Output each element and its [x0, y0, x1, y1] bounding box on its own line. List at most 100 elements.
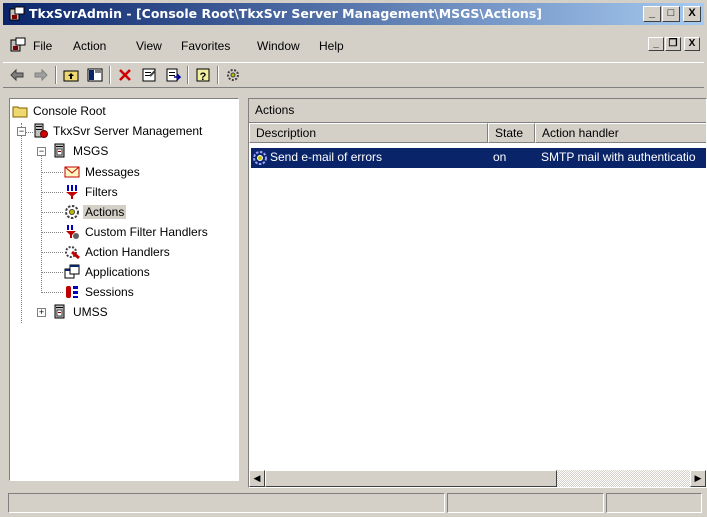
cell-description: Send e-mail of errors — [270, 150, 383, 164]
tree-node-applications[interactable]: Applications — [64, 263, 152, 281]
tree-node-messages[interactable]: Messages — [64, 163, 142, 181]
tree-label: Applications — [85, 265, 150, 279]
toolbar-separator — [217, 66, 219, 84]
result-pane[interactable]: Actions Description State Action handler… — [248, 98, 707, 488]
tree-label: Filters — [85, 185, 118, 199]
menu-view[interactable]: View — [136, 39, 162, 53]
tree-node-custom-filter-handlers[interactable]: Custom Filter Handlers — [64, 223, 210, 241]
filter-icon — [66, 185, 78, 199]
tree-node-server-management[interactable]: TkxSvr Server Management — [32, 122, 204, 140]
delete-icon — [119, 69, 131, 81]
tree-node-sessions[interactable]: Sessions — [64, 283, 136, 301]
export-list-icon — [166, 68, 181, 82]
back-arrow-icon — [10, 68, 24, 82]
child-close-button[interactable]: X — [684, 37, 700, 51]
menu-file-label: File — [33, 39, 53, 53]
tree-node-umss[interactable]: UMSS — [52, 303, 110, 321]
tree-node-action-handlers[interactable]: Action Handlers — [64, 243, 172, 261]
menu-action[interactable]: Action — [73, 39, 106, 53]
tree-node-console-root[interactable]: Console Root — [12, 102, 108, 120]
status-cell-2 — [447, 493, 604, 513]
toolbar-separator — [187, 66, 189, 84]
menu-help-label: Help — [319, 39, 344, 53]
collapse-expander[interactable]: − — [17, 127, 26, 136]
back-button[interactable] — [7, 65, 27, 85]
minimize-button[interactable]: _ — [643, 6, 661, 22]
app-icon — [9, 6, 25, 21]
console-icon[interactable] — [10, 37, 26, 53]
tree-label: TkxSvr Server Management — [53, 124, 203, 138]
status-bar — [3, 493, 704, 513]
column-header-label: Action handler — [542, 126, 619, 140]
action-settings-icon — [227, 69, 239, 81]
menu-view-label: View — [136, 39, 162, 53]
triangle-left-icon: ◀ — [253, 473, 261, 483]
umss-server-icon — [54, 304, 65, 319]
scroll-right-button[interactable]: ▶ — [690, 470, 706, 487]
window-title: TkxSvrAdmin - [Console Root\TkxSvr Serve… — [29, 6, 542, 21]
tree-label: Console Root — [33, 104, 106, 118]
tree-pane[interactable]: Console Root − TkxSvr Server Management … — [9, 98, 239, 481]
tree-label: Sessions — [85, 285, 134, 299]
properties-icon — [142, 68, 156, 82]
help-button[interactable]: ? — [193, 65, 213, 85]
sessions-icon — [66, 286, 78, 298]
svg-text:?: ? — [200, 71, 207, 83]
menu-help[interactable]: Help — [319, 39, 344, 53]
show-hide-tree-icon — [87, 68, 103, 82]
tree-line — [41, 272, 63, 273]
action-settings-button[interactable] — [223, 65, 243, 85]
tree-label: UMSS — [73, 305, 108, 319]
column-header-action-handler[interactable]: Action handler — [535, 123, 706, 143]
menu-favorites[interactable]: Favorites — [181, 39, 230, 53]
applications-icon — [64, 264, 80, 279]
toolbar-separator — [55, 66, 57, 84]
show-hide-tree-button[interactable] — [85, 65, 105, 85]
column-header-label: Description — [256, 126, 317, 140]
tree-line — [41, 192, 63, 193]
column-header-label: State — [495, 126, 524, 140]
maximize-icon: □ — [667, 7, 675, 19]
status-cell-3 — [606, 493, 702, 513]
forward-button[interactable] — [31, 65, 51, 85]
horizontal-scrollbar[interactable]: ◀ ▶ — [249, 470, 706, 487]
triangle-right-icon: ▶ — [694, 473, 702, 483]
folder-icon — [12, 106, 28, 118]
tree-label: Actions — [83, 205, 127, 219]
menu-window[interactable]: Window — [257, 39, 300, 53]
status-cell-main — [8, 493, 445, 513]
menu-file[interactable]: File — [33, 39, 52, 53]
menu-action-label: Action — [73, 39, 107, 53]
table-row[interactable]: Send e-mail of errors on SMTP mail with … — [251, 148, 706, 168]
tree-node-msgs[interactable]: MSGS — [52, 142, 110, 160]
envelope-icon — [64, 166, 80, 178]
tree-line — [41, 212, 63, 213]
close-button[interactable]: X — [683, 6, 701, 22]
tree-label: MSGS — [73, 144, 109, 158]
pane-caption: Actions — [249, 99, 706, 123]
expand-expander[interactable]: + — [37, 308, 46, 317]
tree-line — [21, 123, 22, 323]
column-header-description[interactable]: Description — [249, 123, 488, 143]
collapse-expander[interactable]: − — [37, 147, 46, 156]
menu-window-label: Window — [257, 39, 300, 53]
child-minimize-button[interactable]: _ — [648, 37, 664, 51]
help-icon: ? — [196, 68, 210, 83]
menu-bar: File Action View Favorites Window Help _… — [3, 35, 704, 57]
up-one-level-button[interactable] — [61, 65, 81, 85]
tree-line — [41, 232, 63, 233]
export-list-button[interactable] — [163, 65, 183, 85]
delete-button[interactable] — [115, 65, 135, 85]
column-header-state[interactable]: State — [488, 123, 535, 143]
server-icon — [34, 123, 48, 138]
child-restore-button[interactable]: ❐ — [665, 37, 681, 51]
title-bar[interactable]: TkxSvrAdmin - [Console Root\TkxSvr Serve… — [3, 3, 704, 25]
maximize-button[interactable]: □ — [662, 6, 680, 22]
scroll-thumb[interactable] — [265, 470, 557, 487]
scroll-left-button[interactable]: ◀ — [249, 470, 265, 487]
minimize-icon: _ — [648, 7, 656, 19]
properties-button[interactable] — [139, 65, 159, 85]
tree-node-filters[interactable]: Filters — [64, 183, 120, 201]
tree-node-actions[interactable]: Actions — [64, 203, 127, 221]
close-icon: X — [688, 7, 696, 19]
